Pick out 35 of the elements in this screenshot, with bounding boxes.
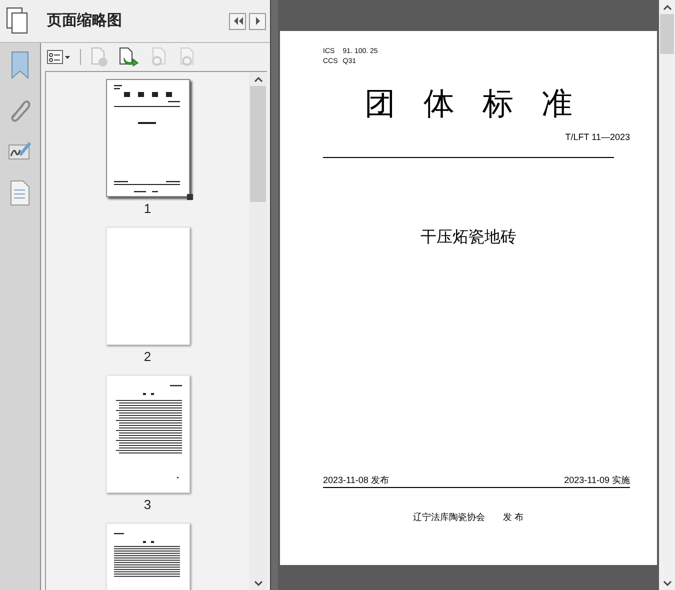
- expand-button[interactable]: [249, 12, 266, 30]
- insert-page-icon[interactable]: [119, 47, 139, 67]
- resize-handle[interactable]: [186, 194, 192, 200]
- collapse-button[interactable]: [229, 12, 246, 30]
- title-character: 标: [482, 86, 514, 122]
- scrollbar-thumb[interactable]: [660, 14, 674, 54]
- page-number: 3: [144, 497, 152, 514]
- chevron-down-icon: [662, 580, 672, 586]
- title-character: 体: [424, 86, 454, 122]
- paperclip-icon[interactable]: [9, 98, 31, 122]
- page-number: 1: [144, 201, 152, 218]
- chevron-down-icon: [254, 580, 262, 586]
- pages-icon[interactable]: [6, 7, 30, 35]
- page-number: 2: [144, 349, 152, 366]
- title-character: 准: [542, 86, 572, 122]
- caret-icon: [65, 56, 70, 58]
- chevron-up-icon: [662, 4, 672, 10]
- chevron-up-icon: [254, 76, 262, 82]
- splitter-handle[interactable]: [270, 0, 278, 590]
- page-thumbnail-drawing[interactable]: [106, 79, 190, 197]
- signature-icon[interactable]: [8, 141, 32, 161]
- product-name: 干压炻瓷地砖: [420, 228, 516, 248]
- right-arrow-icon: [254, 17, 260, 25]
- title-character: 团: [364, 86, 396, 122]
- standard-number: T/LFT 11—2023: [565, 131, 630, 143]
- issue-date: 2023-11-08 发布: [323, 474, 389, 486]
- options-button[interactable]: [47, 50, 70, 64]
- list-icon: [47, 50, 63, 64]
- scrollbar-thumb[interactable]: [250, 86, 266, 202]
- publisher-name: 辽宁法库陶瓷协会: [413, 511, 486, 523]
- panel-title: 页面缩略图: [47, 10, 122, 31]
- publish-label: 发 布: [503, 511, 524, 523]
- document-icon[interactable]: [10, 180, 30, 206]
- double-left-arrow-icon: [232, 17, 242, 25]
- implement-date: 2023-11-09 实施: [564, 474, 630, 486]
